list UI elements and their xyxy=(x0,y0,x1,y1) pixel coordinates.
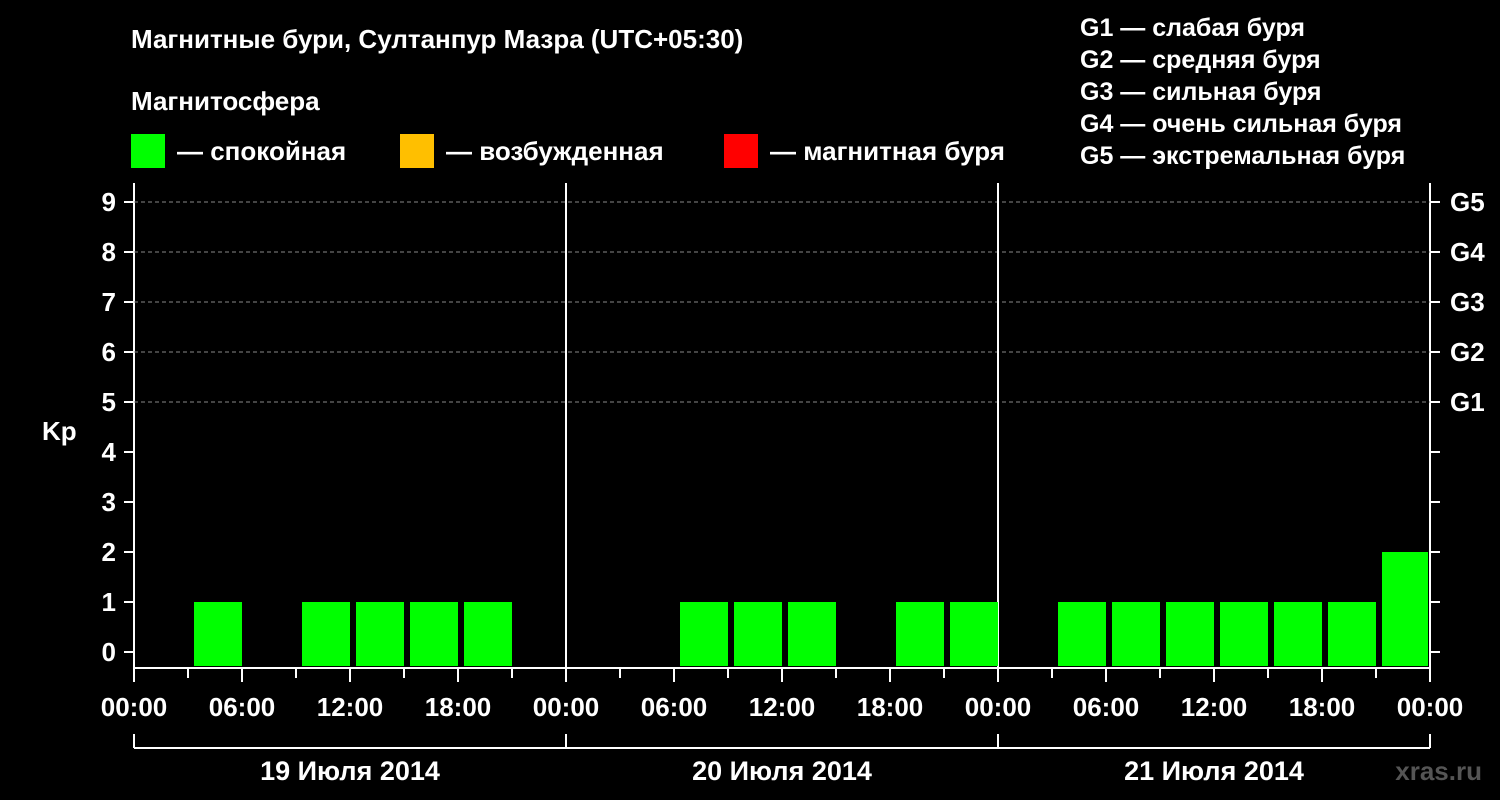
y-tick-label-8: 8 xyxy=(102,237,116,267)
y-tick-label-9: 9 xyxy=(102,187,116,217)
day-label-1: 19 Июля 2014 xyxy=(260,756,440,786)
bar-d2-3 xyxy=(734,602,782,666)
y-tick-label-6: 6 xyxy=(102,337,116,367)
y-axis-title: Kp xyxy=(42,416,77,446)
bar-d1-1 xyxy=(194,602,242,666)
x-tick-label-d3-2: 12:00 xyxy=(1181,692,1248,722)
bar-d1-5 xyxy=(410,602,458,666)
x-tick-label-d2-0: 00:00 xyxy=(533,692,600,722)
g-axis-label-g4: G4 xyxy=(1450,237,1485,267)
y-tick-label-0: 0 xyxy=(102,637,116,667)
bar-d2-6 xyxy=(896,602,944,666)
bar-d1-3 xyxy=(302,602,350,666)
g-axis-label-g1: G1 xyxy=(1450,387,1485,417)
g-axis-label-g3: G3 xyxy=(1450,287,1485,317)
g-axis-label-g2: G2 xyxy=(1450,337,1485,367)
bar-d2-2 xyxy=(680,602,728,666)
day-label-2: 20 Июля 2014 xyxy=(692,756,872,786)
x-tick-label-d1-2: 12:00 xyxy=(317,692,384,722)
bar-d2-4 xyxy=(788,602,836,666)
bar-d3-3 xyxy=(1166,602,1214,666)
y-tick-label-2: 2 xyxy=(102,537,116,567)
x-tick-label-d3-4: 00:00 xyxy=(1397,692,1464,722)
y-tick-label-1: 1 xyxy=(102,587,116,617)
bar-d3-5 xyxy=(1274,602,1322,666)
kp-chart: 0 1 2 3 4 5 6 7 8 9 G1 G2 G3 G4 G5 Kp 00:00 06:00 12:00 18:… xyxy=(42,183,1485,786)
x-tick-label-d1-1: 06:00 xyxy=(209,692,276,722)
x-tick-label-d1-0: 00:00 xyxy=(101,692,168,722)
y-tick-label-7: 7 xyxy=(102,287,116,317)
x-tick-label-d2-2: 12:00 xyxy=(749,692,816,722)
y-tick-label-5: 5 xyxy=(102,387,116,417)
y-tick-label-4: 4 xyxy=(102,437,117,467)
day-label-3: 21 Июля 2014 xyxy=(1124,756,1304,786)
bar-d2-7 xyxy=(950,602,998,666)
x-tick-label-d3-1: 06:00 xyxy=(1073,692,1140,722)
bar-d3-2 xyxy=(1112,602,1160,666)
x-tick-label-d1-3: 18:00 xyxy=(425,692,492,722)
bar-d1-6 xyxy=(464,602,512,666)
bar-d3-6 xyxy=(1328,602,1376,666)
bar-d1-4 xyxy=(356,602,404,666)
watermark: xras.ru xyxy=(1395,756,1482,786)
x-tick-label-d2-3: 18:00 xyxy=(857,692,924,722)
bar-d3-7 xyxy=(1382,552,1428,666)
y-tick-label-3: 3 xyxy=(102,487,116,517)
g-axis-label-g5: G5 xyxy=(1450,187,1485,217)
x-tick-label-d2-1: 06:00 xyxy=(641,692,708,722)
bar-d3-4 xyxy=(1220,602,1268,666)
x-tick-label-d3-3: 18:00 xyxy=(1289,692,1356,722)
bar-d3-1 xyxy=(1058,602,1106,666)
x-tick-label-d3-0: 00:00 xyxy=(965,692,1032,722)
